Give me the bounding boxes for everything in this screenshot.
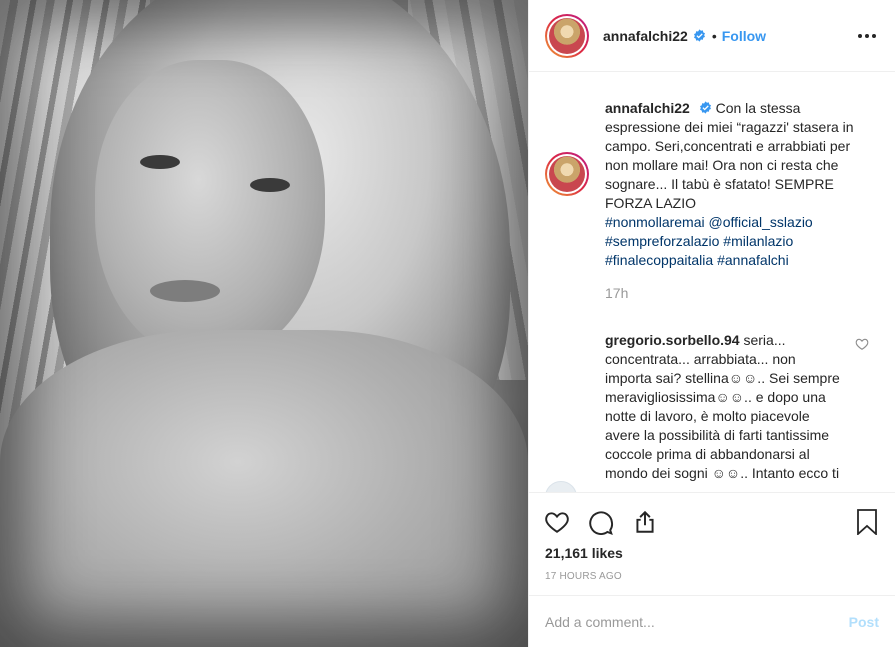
- comment-bubble-icon[interactable]: [587, 508, 615, 536]
- header-separator: •: [711, 27, 717, 44]
- comment-input[interactable]: [545, 613, 849, 630]
- commenter-username[interactable]: gregorio.sorbello.94: [605, 332, 740, 348]
- author-username[interactable]: annafalchi22: [603, 28, 688, 44]
- post-comment-button[interactable]: Post: [849, 614, 879, 630]
- verified-badge-icon: [699, 101, 711, 114]
- post-photo[interactable]: [0, 0, 528, 647]
- follow-button[interactable]: Follow: [722, 28, 766, 44]
- caption-entry: annafalchi22 Con la stessa espressione d…: [545, 99, 879, 303]
- caption-username[interactable]: annafalchi22: [605, 100, 690, 116]
- post-timestamp[interactable]: 17 HOURS AGO: [529, 561, 895, 582]
- more-options-icon[interactable]: [855, 24, 879, 48]
- add-comment-bar: Post: [529, 595, 895, 647]
- hashtag-link[interactable]: #milanlazio: [723, 233, 793, 249]
- hashtag-link[interactable]: #annafalchi: [717, 252, 789, 268]
- action-icons: [529, 493, 895, 541]
- comments-list[interactable]: annafalchi22 Con la stessa espressione d…: [529, 72, 895, 492]
- hashtag-link[interactable]: #sempreforzalazio: [605, 233, 719, 249]
- comment-text: seria... concentrata... arrabbiata... no…: [605, 332, 840, 481]
- post-modal: annafalchi22 • Follow annafalchi22 Con l…: [0, 0, 895, 647]
- verified-badge-icon: [693, 29, 705, 42]
- caption-author-avatar[interactable]: [545, 152, 589, 196]
- caption-body: annafalchi22 Con la stessa espressione d…: [605, 99, 860, 303]
- caption-text: Con la stessa espressione dei miei “raga…: [605, 100, 854, 211]
- like-comment-heart-icon[interactable]: [855, 337, 869, 351]
- commenter-avatar[interactable]: [545, 481, 577, 492]
- likes-count[interactable]: 21,161 likes: [529, 541, 895, 561]
- post-side-panel: annafalchi22 • Follow annafalchi22 Con l…: [528, 0, 895, 647]
- comment-body: gregorio.sorbello.94 seria... concentrat…: [605, 331, 841, 483]
- hashtag-link[interactable]: #nonmollaremai: [605, 214, 705, 230]
- post-header: annafalchi22 • Follow: [529, 0, 895, 72]
- comment-item: gregorio.sorbello.94 seria... concentrat…: [545, 331, 879, 492]
- author-avatar[interactable]: [545, 13, 589, 58]
- caption-timestamp[interactable]: 17h: [605, 284, 860, 303]
- photo-vignette: [0, 0, 528, 647]
- like-heart-icon[interactable]: [543, 508, 571, 536]
- bookmark-icon[interactable]: [853, 508, 881, 536]
- mention-link[interactable]: @official_sslazio: [709, 214, 813, 230]
- share-icon[interactable]: [631, 508, 659, 536]
- hashtag-link[interactable]: #finalecoppaitalia: [605, 252, 713, 268]
